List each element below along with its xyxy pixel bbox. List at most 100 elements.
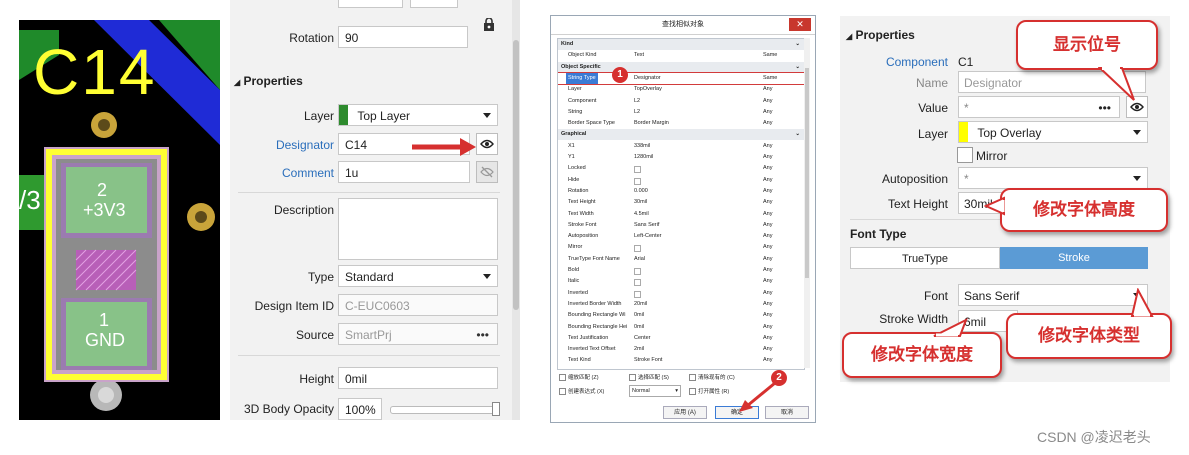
grid-cell-match[interactable]: Any (763, 141, 772, 152)
grid-row[interactable]: Layer TopOverlay Any (558, 84, 804, 95)
grid-row[interactable]: Locked Any (558, 163, 804, 174)
properties-header[interactable]: ◢ Properties (846, 28, 915, 42)
design-item-input[interactable]: C-EUC0603 (338, 294, 498, 316)
grid-cell-property: Bold (568, 267, 580, 273)
grid-cell-match[interactable]: Any (763, 197, 772, 208)
grid-row[interactable]: Border Space Type Border Margin Any (558, 118, 804, 129)
font-value: Sans Serif (964, 289, 1020, 303)
select-matching-checkbox[interactable]: 选择匹配 (S) (629, 373, 669, 382)
lock-icon[interactable] (478, 14, 500, 36)
grid-row[interactable]: Text Kind Stroke Font Any (558, 355, 804, 366)
grid-cell-match[interactable]: Any (763, 84, 772, 95)
grid-category-row[interactable]: Object Specific ⌄ (558, 61, 804, 73)
grid-cell-match[interactable]: Any (763, 96, 772, 107)
pcb-canvas[interactable]: C14 2 +3V3 1 GND /3 (19, 20, 220, 420)
layer-select[interactable]: Top Layer (338, 104, 498, 126)
grid-cell-match[interactable]: Same (763, 73, 777, 84)
source-browse-button[interactable]: ••• (476, 324, 489, 346)
grid-row[interactable]: Inverted Border Width 20mil Any (558, 299, 804, 310)
grid-cell-match[interactable]: Any (763, 209, 772, 220)
grid-row[interactable]: Bounding Rectangle Wi 0mil Any (558, 310, 804, 321)
grid-row[interactable]: Text Width 4.5mil Any (558, 209, 804, 220)
grid-cell-match[interactable]: Any (763, 231, 772, 242)
grid-cell-match[interactable]: Any (763, 265, 772, 276)
grid-cell-match[interactable]: Any (763, 355, 772, 366)
grid-row[interactable]: String L2 Any (558, 107, 804, 118)
source-input[interactable]: SmartPrj ••• (338, 323, 498, 345)
grid-row[interactable]: Text Height 30mil Any (558, 197, 804, 208)
grid-category-row[interactable]: Kind ⌄ (558, 39, 804, 50)
grid-cell-match[interactable]: Any (763, 299, 772, 310)
grid-cell-match[interactable]: Any (763, 152, 772, 163)
grid-cell-match[interactable]: Any (763, 242, 772, 253)
chevron-down-icon[interactable]: ⌄ (795, 62, 800, 73)
prev-field-2[interactable] (410, 0, 458, 8)
grid-cell-match[interactable]: Same (763, 50, 777, 61)
grid-row[interactable]: TrueType Font Name Arial Any (558, 254, 804, 265)
grid-cell-match[interactable]: Any (763, 276, 772, 287)
grid-row[interactable]: Italic Any (558, 276, 804, 287)
grid-row[interactable]: Autoposition Left-Center Any (558, 231, 804, 242)
open-properties-checkbox[interactable]: 打开属性 (R) (689, 387, 729, 396)
comment-input[interactable]: 1u (338, 161, 470, 183)
grid-cell-match[interactable]: Any (763, 288, 772, 299)
grid-category-row[interactable]: Graphical ⌄ (558, 129, 804, 141)
grid-cell-match[interactable]: Any (763, 254, 772, 265)
opacity-input[interactable]: 100% (338, 398, 382, 420)
grid-cell-match[interactable]: Any (763, 186, 772, 197)
type-select[interactable]: Standard (338, 265, 498, 287)
rotation-input[interactable]: 90 (338, 26, 468, 48)
prev-field[interactable] (338, 0, 403, 8)
grid-row[interactable]: Stroke Font Sans Serif Any (558, 220, 804, 231)
grid-cell-match[interactable]: Any (763, 322, 772, 333)
grid-cell-match[interactable]: Any (763, 107, 772, 118)
grid-cell-property: X1 (568, 142, 575, 149)
grid-cell-match[interactable]: Any (763, 163, 772, 174)
grid-row[interactable]: Rotation 0.000 Any (558, 186, 804, 197)
clear-existing-checkbox[interactable]: 清除现有的 (C) (689, 373, 735, 382)
height-input[interactable]: 0mil (338, 367, 498, 389)
grid-row[interactable]: Inverted Any (558, 288, 804, 299)
tab-stroke[interactable]: Stroke (1000, 247, 1148, 269)
font-select[interactable]: Sans Serif (958, 284, 1148, 306)
grid-cell-match[interactable]: Any (763, 344, 772, 355)
mirror-checkbox[interactable] (957, 147, 973, 163)
grid-cell-match[interactable]: Any (763, 175, 772, 186)
chevron-down-icon[interactable]: ⌄ (795, 129, 800, 140)
grid-cell-match[interactable]: Any (763, 118, 772, 129)
autoposition-select[interactable]: * (958, 167, 1148, 189)
create-expression-checkbox[interactable]: 创建表达式 (X) (559, 387, 604, 396)
grid-row[interactable]: String Type Designator Same (558, 71, 804, 85)
grid-row[interactable]: Mirror Any (558, 242, 804, 253)
close-icon[interactable]: ✕ (789, 18, 811, 31)
tab-truetype[interactable]: TrueType (850, 247, 1000, 269)
layer-select[interactable]: Top Overlay (958, 121, 1148, 143)
panel-scrollbar[interactable] (512, 0, 520, 420)
grid-scrollbar[interactable] (804, 38, 810, 368)
grid-row[interactable]: Hide Any (558, 175, 804, 186)
description-textarea[interactable] (338, 198, 498, 260)
value-input[interactable]: * ••• (958, 96, 1120, 118)
grid-row[interactable]: Bounding Rectangle Hei 0mil Any (558, 322, 804, 333)
grid-row[interactable]: Object Kind Text Same (558, 50, 804, 61)
grid-cell-match[interactable]: Any (763, 310, 772, 321)
grid-cell-value: TopOverlay (634, 86, 662, 93)
grid-row[interactable]: Inverted Text Offset 2mil Any (558, 344, 804, 355)
grid-cell-match[interactable]: Any (763, 333, 772, 344)
grid-row[interactable]: Y1 1280mil Any (558, 152, 804, 163)
opacity-slider[interactable] (390, 406, 498, 414)
grid-row[interactable]: Component L2 Any (558, 96, 804, 107)
comment-visibility-hidden-eye-icon[interactable] (476, 161, 498, 183)
opacity-slider-handle[interactable] (492, 402, 500, 416)
property-grid[interactable]: Kind ⌄ Object Kind Text Same Object Specific ⌄… (557, 38, 805, 370)
grid-row[interactable]: X1 338mil Any (558, 141, 804, 152)
mode-select[interactable]: Normal ▾ (629, 385, 681, 397)
grid-row[interactable]: Text Justification Center Any (558, 333, 804, 344)
grid-row[interactable]: Bold Any (558, 265, 804, 276)
zoom-matching-checkbox[interactable]: 缩放匹配 (Z) (559, 373, 599, 382)
apply-button[interactable]: 应用 (A) (663, 406, 707, 419)
chevron-down-icon[interactable]: ⌄ (795, 39, 800, 50)
grid-cell-match[interactable]: Any (763, 220, 772, 231)
step-badge-1: 1 (612, 67, 628, 83)
properties-header[interactable]: ◢ Properties (234, 74, 303, 88)
